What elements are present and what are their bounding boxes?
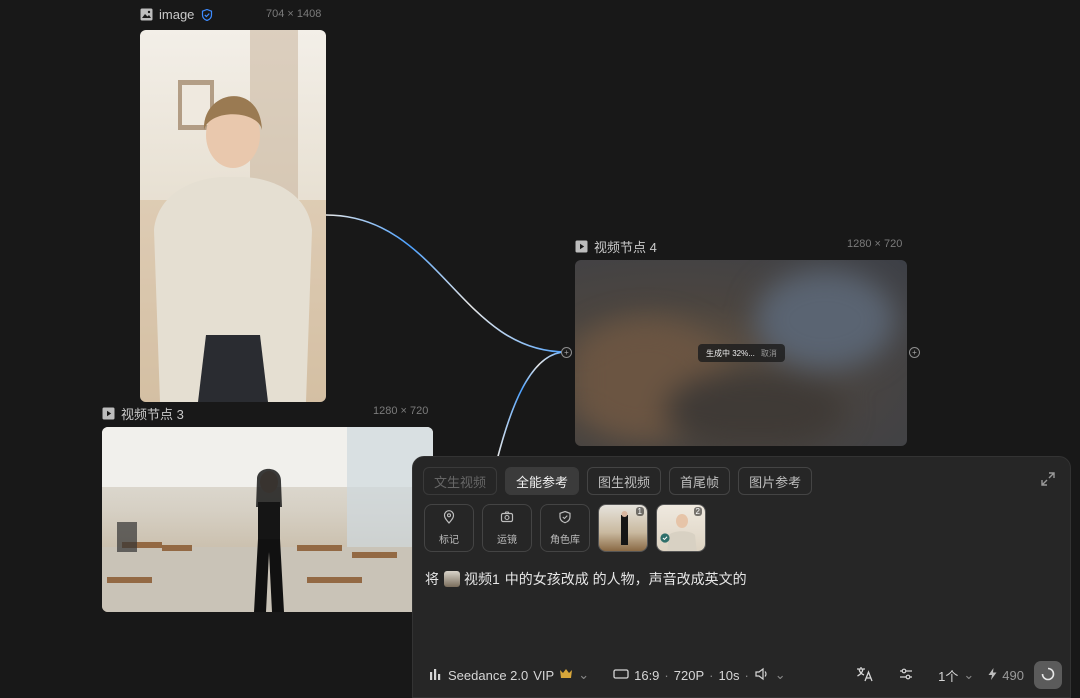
video-icon (102, 407, 115, 420)
count-selector[interactable]: 1个 ⌄ (938, 666, 974, 685)
chevron-down-icon: ⌄ (578, 667, 590, 682)
camera-move-tool-button[interactable]: 运镜 (482, 504, 532, 552)
model-name: Seedance 2.0 (448, 667, 529, 683)
credits-value: 490 (1002, 667, 1024, 683)
prompt-text: 中的女孩改成 的人物，声音改成英文的 (504, 571, 747, 587)
credits-display: 490 (988, 667, 1024, 683)
image-node-preview[interactable] (140, 30, 326, 402)
video-node-3-header[interactable]: 视频节点 3 (102, 404, 184, 423)
location-pin-icon (442, 510, 456, 527)
mark-tool-button[interactable]: 标记 (424, 504, 474, 552)
video-node-4-title: 视频节点 4 (594, 240, 657, 255)
character-library-tool-label: 角色库 (550, 535, 580, 546)
translate-button[interactable] (856, 666, 874, 685)
video-node-4-output-port[interactable]: + (909, 347, 920, 358)
chip-thumbnail (444, 571, 460, 587)
video-node-3-dimensions: 1280 × 720 (373, 405, 429, 417)
bar-chart-icon (429, 668, 443, 683)
reference-number: 1 (635, 507, 644, 516)
verified-icon (200, 8, 213, 21)
camera-move-tool-label: 运镜 (497, 535, 517, 546)
image-node-header[interactable]: image (140, 7, 213, 22)
resolution-value: 720P (673, 667, 705, 683)
sliders-icon (898, 667, 914, 684)
adjust-settings-button[interactable] (898, 667, 914, 684)
connection-video3-to-video4 (496, 351, 567, 461)
reference-thumbnail-2[interactable]: 2 (656, 504, 706, 552)
video-icon (575, 240, 588, 253)
duration-value: 10s (718, 667, 740, 683)
translate-icon (856, 666, 874, 685)
video-node-4-preview[interactable]: 生成中 32%... 取消 (575, 260, 907, 446)
expand-icon[interactable] (1040, 471, 1056, 487)
image-icon (140, 8, 153, 21)
character-library-tool-button[interactable]: 角色库 (540, 504, 590, 552)
count-value: 1个 (938, 668, 959, 684)
tab-image-reference[interactable]: 图片参考 (738, 467, 813, 495)
output-settings[interactable]: 16:9 · 720P · 10s · ⌄ (613, 667, 786, 684)
speaker-icon (754, 667, 770, 684)
tab-first-last-frame[interactable]: 首尾帧 (669, 467, 731, 495)
verified-icon (660, 530, 670, 548)
generation-progress: 生成中 32%... 取消 (698, 344, 785, 362)
video-node-3-title: 视频节点 3 (121, 407, 184, 422)
reference-thumbnail-1[interactable]: 1 (598, 504, 648, 552)
prompt-prefix: 将 (425, 571, 439, 587)
aspect-ratio-value: 16:9 (634, 667, 660, 683)
video-node-4-dimensions: 1280 × 720 (847, 238, 903, 250)
mark-tool-label: 标记 (439, 535, 459, 546)
tab-text-to-video[interactable]: 文生视频 (423, 467, 498, 495)
restaurant-video-frame (102, 427, 433, 612)
model-selector[interactable]: Seedance 2.0 VIP ⌄ (429, 667, 589, 683)
lightning-icon (988, 667, 997, 683)
video-node-4-input-port[interactable]: + (561, 347, 572, 358)
image-node-dimensions: 704 × 1408 (266, 8, 322, 20)
camera-icon (500, 510, 514, 527)
generation-status-text: 生成中 32%... (706, 348, 755, 358)
vip-label: VIP (533, 667, 555, 683)
shield-icon (558, 510, 572, 527)
vip-crown-icon (559, 668, 573, 683)
generation-panel: 文生视频 全能参考 图生视频 首尾帧 图片参考 标记 运镜 角色库 1 2 将 … (412, 456, 1071, 698)
aspect-ratio-icon (613, 668, 629, 683)
video-node-3-preview[interactable] (102, 427, 433, 612)
video-node-4-header[interactable]: 视频节点 4 (575, 237, 657, 256)
connection-image-to-video4 (325, 214, 567, 353)
image-node-title: image (159, 7, 195, 22)
loading-spinner-icon (1041, 667, 1055, 684)
generate-button[interactable] (1034, 661, 1062, 689)
tab-omni-reference[interactable]: 全能参考 (505, 467, 580, 495)
settings-bar: Seedance 2.0 VIP ⌄ 16:9 · 720P · 10s · ⌄ (429, 657, 1062, 693)
prompt-input[interactable]: 将 视频1 中的女孩改成 的人物，声音改成英文的 (425, 569, 747, 589)
mode-tabs: 文生视频 全能参考 图生视频 首尾帧 图片参考 (423, 467, 813, 495)
reference-chip[interactable]: 视频1 (444, 569, 500, 589)
tab-image-to-video[interactable]: 图生视频 (587, 467, 662, 495)
chevron-down-icon: ⌄ (963, 667, 975, 682)
reference-chip-label: 视频1 (464, 571, 500, 587)
portrait-image (140, 30, 326, 402)
reference-number: 2 (693, 507, 702, 516)
cancel-generation-button[interactable]: 取消 (761, 348, 777, 359)
tool-row: 标记 运镜 角色库 1 2 (424, 504, 706, 552)
chevron-down-icon: ⌄ (774, 667, 786, 682)
